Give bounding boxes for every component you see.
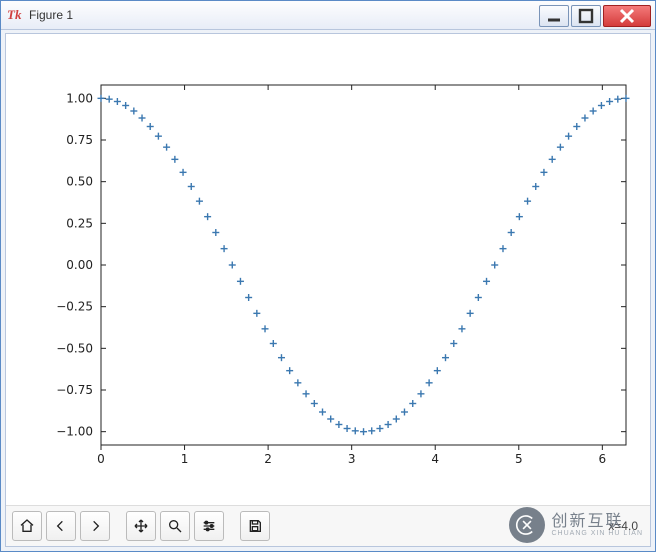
zoom-button[interactable]: [160, 511, 190, 541]
svg-text:0.25: 0.25: [66, 216, 93, 230]
svg-text:4: 4: [431, 452, 439, 466]
svg-text:0.00: 0.00: [66, 258, 93, 272]
svg-text:−1.00: −1.00: [56, 425, 93, 439]
minimize-button[interactable]: [539, 5, 569, 27]
svg-text:0.75: 0.75: [66, 133, 93, 147]
app-icon: Tk: [7, 7, 23, 23]
home-icon: [19, 518, 35, 534]
svg-text:0: 0: [97, 452, 105, 466]
svg-text:0.50: 0.50: [66, 175, 93, 189]
svg-text:1.00: 1.00: [66, 91, 93, 105]
watermark-text-cn: 创新互联: [551, 514, 643, 530]
sliders-icon: [201, 518, 217, 534]
app-window: Tk Figure 1 0123456−1.00−0.75−0.50−0.250…: [0, 0, 656, 552]
titlebar[interactable]: Tk Figure 1: [1, 1, 655, 30]
back-button[interactable]: [46, 511, 76, 541]
svg-text:2: 2: [264, 452, 272, 466]
window-title: Figure 1: [29, 8, 73, 22]
svg-text:−0.50: −0.50: [56, 341, 93, 355]
arrow-left-icon: [53, 518, 69, 534]
close-button[interactable]: [603, 5, 651, 27]
home-button[interactable]: [12, 511, 42, 541]
save-icon: [247, 518, 263, 534]
forward-button[interactable]: [80, 511, 110, 541]
pan-button[interactable]: [126, 511, 156, 541]
svg-text:6: 6: [599, 452, 607, 466]
configure-subplots-button[interactable]: [194, 511, 224, 541]
watermark: 创新互联 CHUANG XIN HU LIAN: [509, 507, 643, 543]
plot-svg: 0 1 2 3 4 5 6 −1.00 −0.75 −0.50 −0.25 0.00 0.25 0.50 0…: [6, 34, 650, 506]
svg-text:1: 1: [181, 452, 189, 466]
svg-text:−0.25: −0.25: [56, 300, 93, 314]
client-area: 0 1 2 3 4 5 6 −1.00 −0.75 −0.50 −0.25 0.00 0.25 0.50 0…: [5, 33, 651, 547]
watermark-text-en: CHUANG XIN HU LIAN: [551, 530, 643, 537]
zoom-icon: [167, 518, 183, 534]
watermark-logo-icon: [509, 507, 545, 543]
svg-text:3: 3: [348, 452, 356, 466]
move-icon: [133, 518, 149, 534]
plot-area[interactable]: 0 1 2 3 4 5 6 −1.00 −0.75 −0.50 −0.25 0.00 0.25 0.50 0…: [6, 34, 650, 506]
arrow-right-icon: [87, 518, 103, 534]
svg-text:−0.75: −0.75: [56, 383, 93, 397]
maximize-button[interactable]: [571, 5, 601, 27]
window-buttons: [537, 5, 651, 25]
svg-text:5: 5: [515, 452, 523, 466]
save-button[interactable]: [240, 511, 270, 541]
